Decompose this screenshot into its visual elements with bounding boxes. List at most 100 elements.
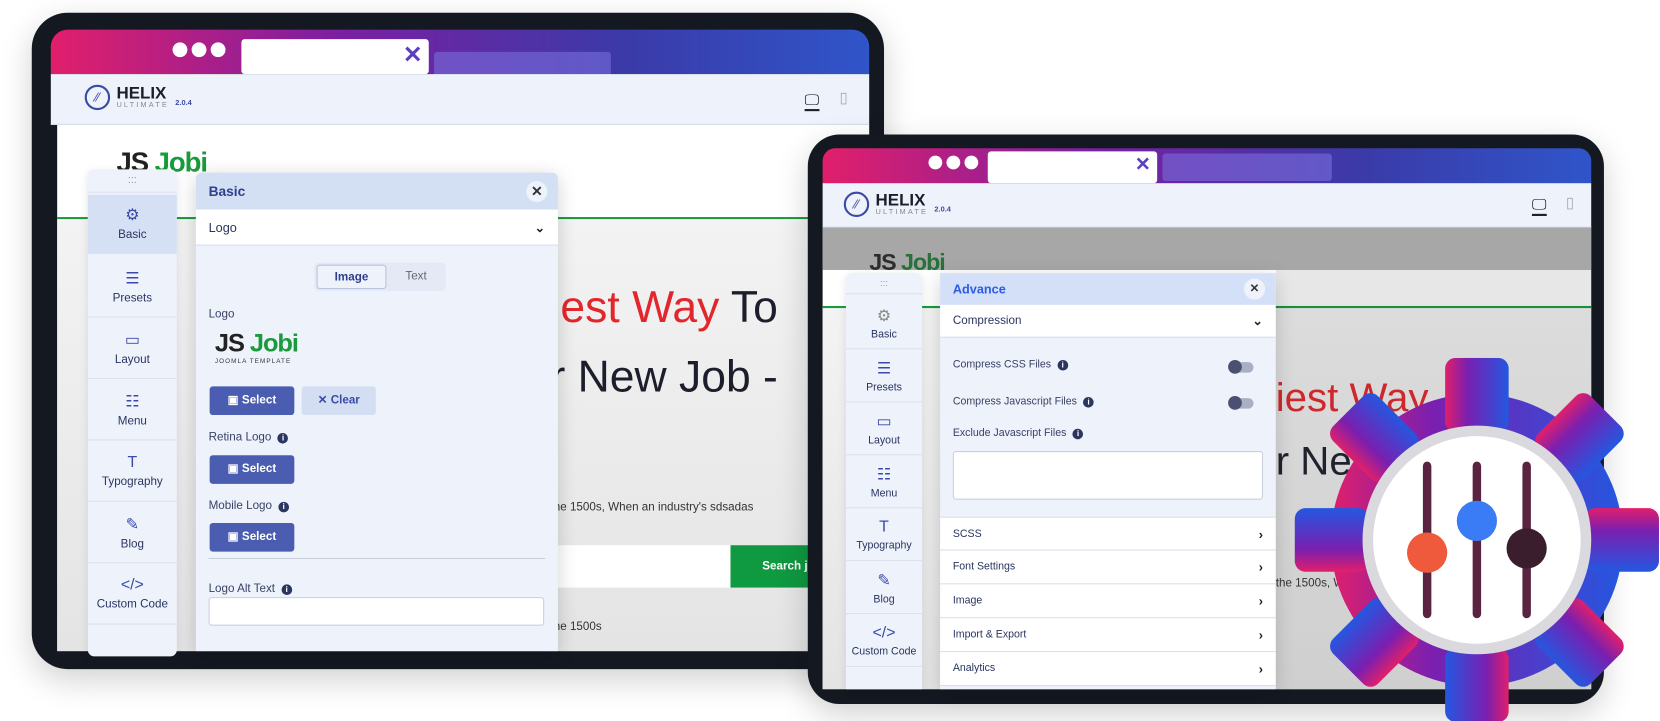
panel-title: Basic xyxy=(208,183,246,200)
window-dot xyxy=(191,42,207,58)
sidebar-item-layout[interactable]: ▭ Layout xyxy=(87,320,177,380)
layout-icon: ▭ xyxy=(876,412,892,431)
clear-logo-button[interactable]: ✕ Clear xyxy=(301,386,376,416)
browser-tab-inactive[interactable] xyxy=(1162,153,1332,182)
helix-name: HELIX xyxy=(116,84,167,103)
select-retina-logo-button[interactable]: ▣ Select xyxy=(209,455,295,484)
compress-css-toggle[interactable] xyxy=(1228,359,1254,374)
sidebar-item-blog[interactable]: ✎ Blog xyxy=(845,561,923,615)
sidebar-item-label: Presets xyxy=(112,292,153,305)
select-mobile-logo-button[interactable]: ▣ Select xyxy=(209,522,295,552)
label-text: Retina Logo xyxy=(208,430,272,444)
sidebar-item-custom-code[interactable]: </> Custom Code xyxy=(845,614,923,667)
tablet-icon[interactable]: ▯ xyxy=(1566,194,1574,212)
sidebar-item-label: Basic xyxy=(118,228,147,242)
logo-preview: JS Jobi JOOMLA TEMPLATE xyxy=(214,329,299,366)
hero-paragraph: the 1500s, When an industry's sdsadas xyxy=(550,500,754,514)
info-icon[interactable]: i xyxy=(278,501,289,513)
info-icon[interactable]: i xyxy=(277,433,289,444)
chevron-down-icon: ⌄ xyxy=(534,220,546,236)
label-text: Mobile Logo xyxy=(208,499,273,513)
label-text: Exclude Javascript Files xyxy=(952,427,1067,440)
sidebar-item-label: Custom Code xyxy=(851,645,917,658)
compress-css-label: Compress CSS Files i xyxy=(953,359,1069,371)
tablet-icon[interactable]: ▯ xyxy=(840,89,848,107)
exclude-js-textarea[interactable] xyxy=(952,451,1264,500)
label-text: Logo Alt Text xyxy=(208,582,276,595)
segment-image[interactable]: Image xyxy=(316,264,387,290)
section-title: Compression xyxy=(952,314,1022,328)
button-label: Select xyxy=(241,462,277,476)
chevron-right-icon: › xyxy=(1258,527,1264,543)
compression-section-toggle[interactable]: Compression ⌄ xyxy=(940,304,1276,338)
section-scss[interactable]: SCSS › xyxy=(940,516,1276,551)
blog-icon: ✎ xyxy=(125,515,139,534)
compress-js-toggle[interactable] xyxy=(1228,395,1254,410)
section-title: SCSS xyxy=(952,528,982,540)
info-icon[interactable]: i xyxy=(281,584,292,595)
sidebar-item-label: Presets xyxy=(866,382,902,394)
segment-text[interactable]: Text xyxy=(389,265,444,289)
browser-tab[interactable]: ✕ xyxy=(241,39,429,75)
logo-section-toggle[interactable]: Logo ⌄ xyxy=(195,209,558,246)
logo-prefix: JS xyxy=(214,329,245,358)
code-icon: </> xyxy=(872,623,896,642)
helix-icon: ⁄⁄ xyxy=(84,84,111,111)
typography-icon: T xyxy=(879,517,889,536)
desktop-icon[interactable]: 🖵 xyxy=(804,91,819,112)
drag-handle-icon[interactable]: ::: xyxy=(845,273,923,295)
close-icon[interactable]: ✕ xyxy=(403,41,423,69)
close-icon[interactable]: ✕ xyxy=(1135,154,1151,176)
sidebar-item-typography[interactable]: T Typography xyxy=(87,443,177,502)
panel-header: Basic ✕ xyxy=(195,172,558,210)
sidebar-item-basic[interactable]: ⚙ Basic xyxy=(87,194,177,255)
helix-name: HELIX xyxy=(875,191,926,210)
logo-tagline: JOOMLA TEMPLATE xyxy=(214,358,292,366)
window-dot xyxy=(210,42,226,58)
layout-icon: ▭ xyxy=(124,331,140,350)
helix-icon: ⁄⁄ xyxy=(843,191,870,218)
section-title: Analytics xyxy=(952,662,996,675)
sidebar-item-custom-code[interactable]: </> Custom Code xyxy=(87,565,177,625)
basic-panel: Basic ✕ Logo ⌄ Image Text Logo JS Jobi JOOM… xyxy=(195,172,558,652)
advance-panel: Advance ✕ Compression ⌄ Compress CSS Files… xyxy=(940,273,1276,690)
section-analytics[interactable]: Analytics › xyxy=(940,652,1276,687)
logo-alt-input[interactable] xyxy=(208,597,545,626)
sidebar-item-basic[interactable]: ⚙ Basic xyxy=(845,296,923,350)
section-image[interactable]: Image › xyxy=(940,584,1276,619)
gear-icon: ⚙ xyxy=(876,307,892,326)
drag-handle-icon[interactable]: ::: xyxy=(87,169,177,193)
close-icon[interactable]: ✕ xyxy=(1243,278,1266,300)
section-title: Image xyxy=(952,594,983,607)
info-icon[interactable]: i xyxy=(1083,397,1094,408)
chevron-right-icon: › xyxy=(1258,560,1264,575)
hero-line-2: r New Job - xyxy=(550,351,778,402)
menu-list-icon: ☷ xyxy=(125,392,140,411)
sidebar-item-presets[interactable]: ☰ Presets xyxy=(87,258,177,318)
slider-knob-dark xyxy=(1506,528,1547,569)
sidebar-item-presets[interactable]: ☰ Presets xyxy=(845,349,923,403)
window-dot xyxy=(946,155,961,170)
desktop-icon[interactable]: 🖵 xyxy=(1531,196,1547,216)
hero-line-1: iest Way To xyxy=(551,282,778,333)
sidebar-item-typography[interactable]: T Typography xyxy=(845,508,923,562)
mobile-logo-label: Mobile Logo i xyxy=(209,500,289,513)
chevron-down-icon: ⌄ xyxy=(1252,313,1264,329)
blog-icon: ✎ xyxy=(877,571,891,590)
sidebar-item-label: Custom Code xyxy=(96,598,168,611)
sidebar-item-menu[interactable]: ☷ Menu xyxy=(87,381,177,441)
section-font-settings[interactable]: Font Settings › xyxy=(940,550,1276,585)
sidebar-item-label: Layout xyxy=(868,435,900,447)
sidebar-item-menu[interactable]: ☷ Menu xyxy=(845,455,923,509)
section-import-export[interactable]: Import & Export › xyxy=(940,618,1276,653)
info-icon[interactable]: i xyxy=(1072,428,1084,440)
sidebar-item-blog[interactable]: ✎ Blog xyxy=(87,504,177,564)
helix-logo: ⁄⁄ HELIX ULTIMATE 2.0.4 xyxy=(843,191,951,218)
select-logo-button[interactable]: ▣ Select xyxy=(209,386,295,416)
sidebar-item-layout[interactable]: ▭ Layout xyxy=(845,402,923,456)
section-title: Import & Export xyxy=(952,628,1027,641)
compress-js-label: Compress Javascript Files i xyxy=(953,396,1094,408)
browser-tab[interactable]: ✕ xyxy=(987,151,1158,184)
info-icon[interactable]: i xyxy=(1057,359,1069,371)
close-icon[interactable]: ✕ xyxy=(526,181,548,203)
